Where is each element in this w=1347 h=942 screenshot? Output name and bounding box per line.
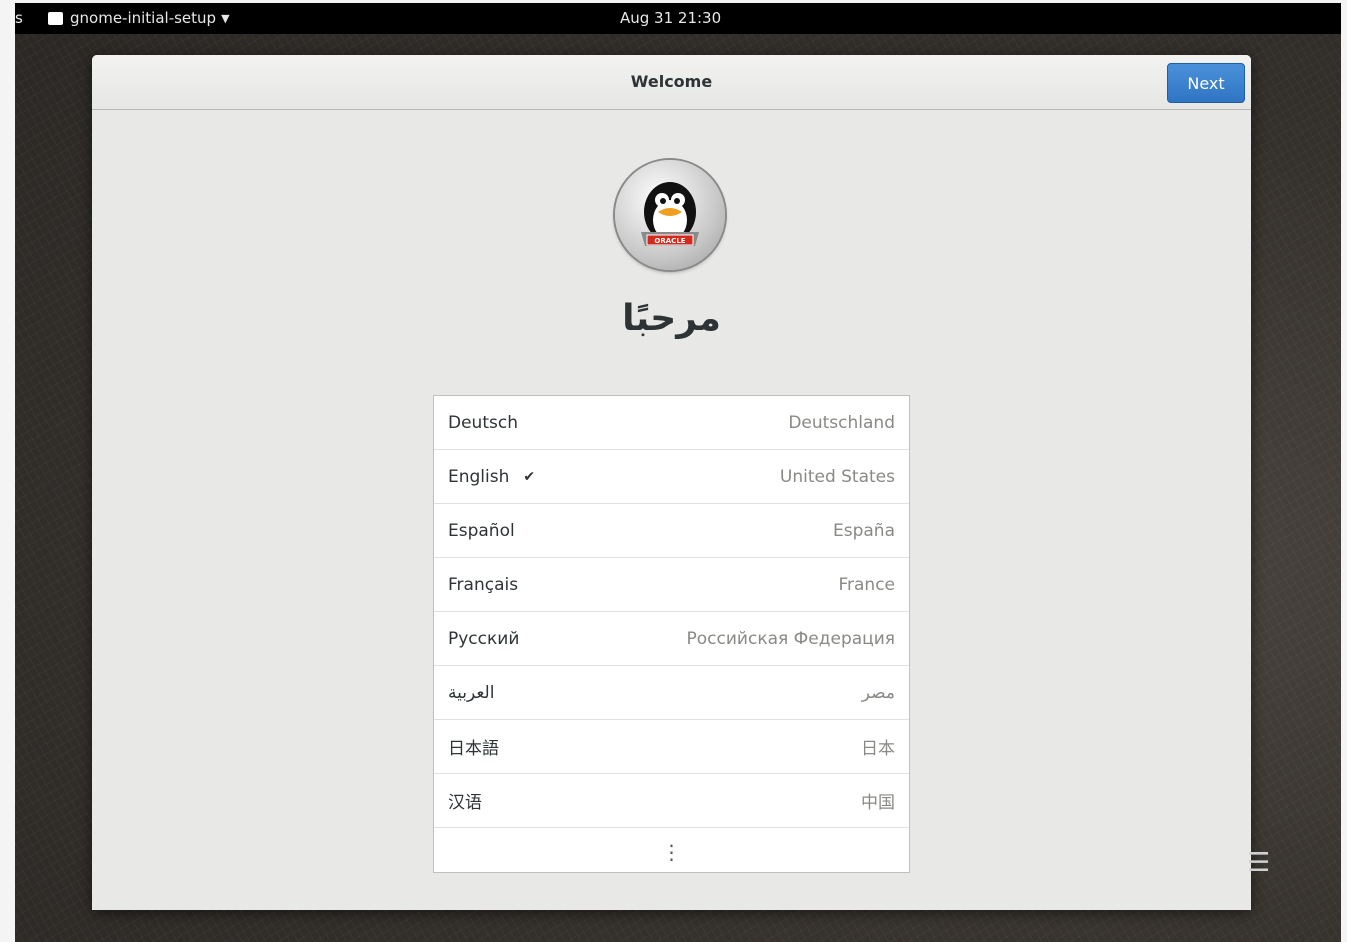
initial-setup-window: Welcome Next ORACLE مرحبًا Deutsch Deuts… bbox=[92, 55, 1251, 910]
more-languages-button[interactable]: ⋮ bbox=[434, 828, 909, 875]
language-name-wrapper: English ✔ bbox=[448, 467, 535, 487]
activities-button[interactable]: s bbox=[15, 9, 23, 27]
language-name: Русский bbox=[448, 628, 520, 649]
language-name: Français bbox=[448, 574, 519, 595]
language-name: Deutsch bbox=[448, 412, 518, 433]
language-name: English bbox=[448, 466, 510, 487]
app-menu[interactable]: gnome-initial-setup ▼ bbox=[48, 9, 230, 27]
list-item[interactable]: Français France bbox=[434, 558, 909, 612]
top-bar: s gnome-initial-setup ▼ Aug 31 21:30 bbox=[15, 3, 1341, 34]
country-name: Deutschland bbox=[788, 412, 895, 433]
app-menu-label: gnome-initial-setup bbox=[70, 9, 217, 27]
country-name: France bbox=[838, 574, 895, 595]
list-item[interactable]: Deutsch Deutschland bbox=[434, 396, 909, 450]
language-list: Deutsch Deutschland English ✔ United Sta… bbox=[433, 395, 910, 873]
header-bar: Welcome Next bbox=[92, 55, 1251, 110]
list-item[interactable]: 日本語 日本 bbox=[434, 720, 909, 774]
language-name: 汉语 bbox=[448, 793, 482, 813]
window-icon bbox=[48, 11, 63, 25]
checkmark-icon: ✔ bbox=[523, 468, 536, 485]
vertical-ellipsis-icon: ⋮ bbox=[661, 839, 682, 864]
list-item[interactable]: Español España bbox=[434, 504, 909, 558]
background-glyph-icon: ☰ bbox=[1247, 848, 1271, 878]
list-item[interactable]: العربية مصر bbox=[434, 666, 909, 720]
list-item[interactable]: Русский Российская Федерация bbox=[434, 612, 909, 666]
logo-wordmark: ORACLE bbox=[654, 237, 685, 245]
language-name: العربية bbox=[448, 682, 495, 703]
country-name: مصر bbox=[861, 682, 895, 703]
next-button[interactable]: Next bbox=[1167, 63, 1245, 103]
oracle-linux-logo: ORACLE bbox=[615, 160, 725, 270]
language-name: Español bbox=[448, 520, 515, 541]
clock[interactable]: Aug 31 21:30 bbox=[620, 9, 721, 27]
country-name: Российская Федерация bbox=[686, 628, 895, 649]
country-name: 中国 bbox=[861, 793, 895, 813]
list-item[interactable]: English ✔ United States bbox=[434, 450, 909, 504]
country-name: 日本 bbox=[861, 739, 895, 759]
country-name: United States bbox=[779, 466, 895, 487]
window-title: Welcome bbox=[630, 72, 713, 91]
penguin-logo-icon: ORACLE bbox=[641, 182, 699, 246]
welcome-heading: مرحبًا bbox=[622, 298, 721, 339]
list-item[interactable]: 汉语 中国 bbox=[434, 774, 909, 828]
desktop-background: s gnome-initial-setup ▼ Aug 31 21:30 Wel… bbox=[15, 3, 1341, 942]
country-name: España bbox=[833, 520, 895, 541]
caret-down-icon: ▼ bbox=[221, 11, 230, 25]
language-name: 日本語 bbox=[448, 739, 499, 759]
